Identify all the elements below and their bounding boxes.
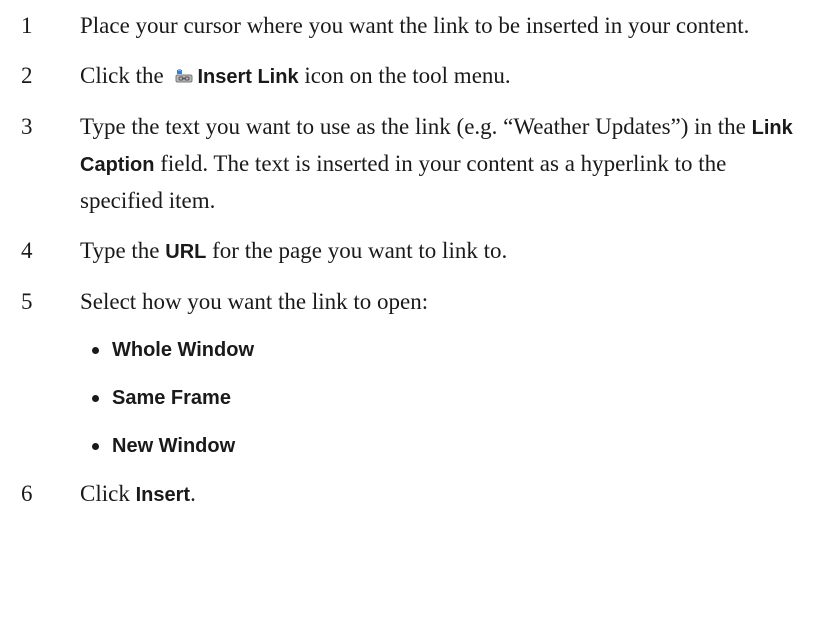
insert-link-icon (175, 68, 193, 83)
step-number: 2 (21, 63, 33, 88)
option-label: New Window (112, 434, 236, 457)
step-number: 4 (21, 238, 33, 263)
step-1: 1 Place your cursor where you want the l… (0, 8, 814, 44)
insert-link-label: Insert Link (197, 66, 299, 88)
step-1-text: Place your cursor where you want the lin… (80, 13, 750, 38)
step-4: 4 Type the URL for the page you want to … (0, 233, 814, 270)
step-text: Type the text you want to use as the lin… (80, 109, 814, 219)
instructions-page: 1 Place your cursor where you want the l… (0, 0, 814, 618)
step-number: 6 (21, 481, 33, 506)
step-number: 1 (21, 13, 33, 38)
step-number: 5 (21, 289, 33, 314)
step-4-text-before: Type the (80, 238, 166, 263)
step-5: 5 Select how you want the link to open: (0, 284, 814, 320)
step-text: Select how you want the link to open: (80, 284, 814, 320)
step-text: Click Insert. (80, 476, 814, 513)
step-text: Place your cursor where you want the lin… (80, 8, 814, 44)
step-3: 3 Type the text you want to use as the l… (0, 109, 814, 219)
option-label: Same Frame (112, 386, 231, 409)
step-4-text-after: for the page you want to link to. (206, 238, 508, 263)
bullet-icon (92, 395, 99, 402)
url-label: URL (165, 241, 207, 263)
step-5-text: Select how you want the link to open: (80, 289, 429, 314)
step-text: Type the URL for the page you want to li… (80, 233, 814, 270)
step-2: 2 Click the Insert Link icon on the tool… (0, 58, 814, 95)
step-3-text-before: Type the text you want to use as the lin… (80, 114, 752, 139)
link-open-options: Whole Window Same Frame New Window (0, 332, 814, 464)
step-6-text-before: Click (80, 481, 136, 506)
insert-label: Insert (135, 484, 191, 506)
bullet-icon (92, 443, 99, 450)
bullet-icon (92, 347, 99, 354)
option-new-window: New Window (0, 428, 814, 464)
option-label: Whole Window (112, 338, 255, 361)
option-same-frame: Same Frame (0, 380, 814, 416)
option-whole-window: Whole Window (0, 332, 814, 368)
step-6-text-after: . (190, 481, 196, 506)
step-text: Click the Insert Link icon on the tool m… (80, 58, 814, 95)
step-2-text-before: Click the (80, 63, 170, 88)
step-number: 3 (21, 114, 33, 139)
step-2-text-after: icon on the tool menu. (298, 63, 511, 88)
step-3-text-after: field. The text is inserted in your cont… (80, 151, 727, 213)
step-6: 6 Click Insert. (0, 476, 814, 513)
